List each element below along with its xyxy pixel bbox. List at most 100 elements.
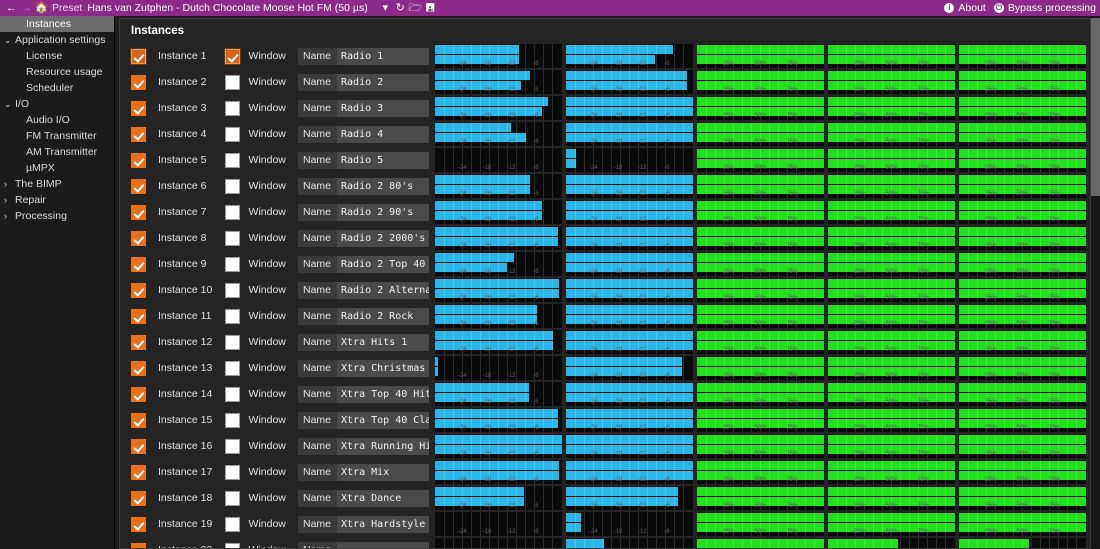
instance-row[interactable]: Instance 4WindowNameRadio 4-24-18-12-6-2… [120, 121, 1090, 147]
sidebar-item-resource-usage[interactable]: Resource usage [0, 64, 114, 80]
home-icon[interactable]: 🏠 [34, 1, 49, 16]
instance-name-input[interactable]: Radio 2 Rock [337, 308, 429, 325]
instance-row[interactable]: Instance 3WindowNameRadio 3-24-18-12-6-2… [120, 95, 1090, 121]
instance-enable-checkbox[interactable] [131, 335, 146, 350]
window-checkbox[interactable] [225, 387, 240, 402]
instance-row[interactable]: Instance 15WindowNameXtra Top 40 Classic… [120, 407, 1090, 433]
instance-row[interactable]: Instance 16WindowNameXtra Running Hits-2… [120, 433, 1090, 459]
instance-name-input[interactable]: Radio 2 Alternative [337, 282, 429, 299]
instance-enable-checkbox[interactable] [131, 491, 146, 506]
instance-name-input[interactable]: Radio 1 [337, 48, 429, 65]
chevron-right-icon[interactable]: › [4, 176, 15, 192]
window-checkbox[interactable] [225, 205, 240, 220]
window-checkbox[interactable] [225, 335, 240, 350]
sidebar-item-am-transmitter[interactable]: AM Transmitter [0, 144, 114, 160]
sidebar-item-repair[interactable]: ›Repair [0, 192, 114, 208]
instance-row[interactable]: Instance 11WindowNameRadio 2 Rock-24-18-… [120, 303, 1090, 329]
about-button[interactable]: i About [944, 2, 985, 14]
instance-row[interactable]: Instance 9WindowNameRadio 2 Top 40-24-18… [120, 251, 1090, 277]
sidebar-item-application-settings[interactable]: ⌄Application settings [0, 32, 114, 48]
instance-row[interactable]: Instance 6WindowNameRadio 2 80's-24-18-1… [120, 173, 1090, 199]
instance-enable-checkbox[interactable] [131, 153, 146, 168]
instance-enable-checkbox[interactable] [131, 49, 146, 64]
window-checkbox[interactable] [225, 465, 240, 480]
instance-name-input[interactable]: Xtra Top 40 Classic [337, 412, 429, 429]
sidebar-item-audio-i-o[interactable]: Audio I/O [0, 112, 114, 128]
window-checkbox[interactable] [225, 361, 240, 376]
instance-enable-checkbox[interactable] [131, 517, 146, 532]
instance-row[interactable]: Instance 20WindowName-24-18-12-6-24-18-1… [120, 537, 1090, 549]
instance-name-input[interactable]: Xtra Mix [337, 464, 429, 481]
arrow-right-icon[interactable]: → [19, 1, 34, 16]
chevron-right-icon[interactable]: › [4, 208, 15, 224]
window-checkbox[interactable] [225, 517, 240, 532]
instance-row[interactable]: Instance 7WindowNameRadio 2 90's-24-18-1… [120, 199, 1090, 225]
window-checkbox[interactable] [225, 543, 240, 549]
instance-name-input[interactable]: Radio 2 [337, 74, 429, 91]
instance-name-input[interactable]: Radio 2 Top 40 [337, 256, 429, 273]
instance-row[interactable]: Instance 19WindowNameXtra Hardstyle-24-1… [120, 511, 1090, 537]
window-checkbox[interactable] [225, 439, 240, 454]
instance-enable-checkbox[interactable] [131, 179, 146, 194]
save-icon[interactable]: 🖪 [423, 1, 438, 16]
instance-enable-checkbox[interactable] [131, 75, 146, 90]
instance-name-input[interactable]: Xtra Hardstyle [337, 516, 429, 533]
instance-enable-checkbox[interactable] [131, 309, 146, 324]
sidebar-item-processing[interactable]: ›Processing [0, 208, 114, 224]
window-checkbox[interactable] [225, 491, 240, 506]
sidebar-item-the-bimp[interactable]: ›The BIMP [0, 176, 114, 192]
window-checkbox[interactable] [225, 309, 240, 324]
instance-row[interactable]: Instance 14WindowNameXtra Top 40 Hits-24… [120, 381, 1090, 407]
window-checkbox[interactable] [225, 231, 240, 246]
sidebar-item-instances[interactable]: Instances [0, 16, 114, 32]
vertical-scrollbar[interactable] [1091, 16, 1100, 549]
window-checkbox[interactable] [225, 283, 240, 298]
instance-enable-checkbox[interactable] [131, 205, 146, 220]
instance-row[interactable]: Instance 2WindowNameRadio 2-24-18-12-6-2… [120, 69, 1090, 95]
chevron-down-icon[interactable]: ▾ [378, 1, 393, 16]
instance-name-input[interactable]: Radio 5 [337, 152, 429, 169]
sidebar-item-license[interactable]: License [0, 48, 114, 64]
instance-name-input[interactable]: Xtra Top 40 Hits [337, 386, 429, 403]
instance-row[interactable]: Instance 1WindowNameRadio 1-24-18-12-6-2… [120, 43, 1090, 69]
window-checkbox[interactable] [225, 413, 240, 428]
instance-name-input[interactable]: Radio 2 90's [337, 204, 429, 221]
arrow-left-icon[interactable]: ← [4, 1, 19, 16]
instance-name-input[interactable] [337, 542, 429, 549]
folder-open-icon[interactable]: 🗁 [408, 1, 423, 16]
sidebar-item-i-o[interactable]: ⌄I/O [0, 96, 114, 112]
sidebar-item-mpx[interactable]: µMPX [0, 160, 114, 176]
instance-enable-checkbox[interactable] [131, 543, 146, 549]
window-checkbox[interactable] [225, 101, 240, 116]
instance-name-input[interactable]: Radio 4 [337, 126, 429, 143]
instance-name-input[interactable]: Xtra Hits 1 [337, 334, 429, 351]
window-checkbox[interactable] [225, 153, 240, 168]
scrollbar-thumb[interactable] [1091, 18, 1100, 196]
instance-name-input[interactable]: Xtra Christmas Hits [337, 360, 429, 377]
sidebar-item-scheduler[interactable]: Scheduler [0, 80, 114, 96]
chevron-down-icon[interactable]: ⌄ [4, 96, 15, 112]
instance-row[interactable]: Instance 10WindowNameRadio 2 Alternative… [120, 277, 1090, 303]
undo-icon[interactable]: ↻ [393, 1, 408, 16]
instance-enable-checkbox[interactable] [131, 283, 146, 298]
instance-row[interactable]: Instance 18WindowNameXtra Dance-24-18-12… [120, 485, 1090, 511]
instance-name-input[interactable]: Xtra Dance [337, 490, 429, 507]
instance-name-input[interactable]: Radio 3 [337, 100, 429, 117]
instance-enable-checkbox[interactable] [131, 257, 146, 272]
instance-name-input[interactable]: Radio 2 80's [337, 178, 429, 195]
bypass-processing-button[interactable]: ⏻ Bypass processing [994, 2, 1096, 14]
instance-row[interactable]: Instance 8WindowNameRadio 2 2000's-24-18… [120, 225, 1090, 251]
instance-row[interactable]: Instance 12WindowNameXtra Hits 1-24-18-1… [120, 329, 1090, 355]
instance-enable-checkbox[interactable] [131, 231, 146, 246]
window-checkbox[interactable] [225, 49, 240, 64]
instance-enable-checkbox[interactable] [131, 387, 146, 402]
instance-row[interactable]: Instance 5WindowNameRadio 5-24-18-12-6-2… [120, 147, 1090, 173]
instance-row[interactable]: Instance 13WindowNameXtra Christmas Hits… [120, 355, 1090, 381]
window-checkbox[interactable] [225, 75, 240, 90]
instance-enable-checkbox[interactable] [131, 465, 146, 480]
chevron-right-icon[interactable]: › [4, 192, 15, 208]
instance-enable-checkbox[interactable] [131, 101, 146, 116]
window-checkbox[interactable] [225, 257, 240, 272]
instance-name-input[interactable]: Radio 2 2000's [337, 230, 429, 247]
window-checkbox[interactable] [225, 179, 240, 194]
